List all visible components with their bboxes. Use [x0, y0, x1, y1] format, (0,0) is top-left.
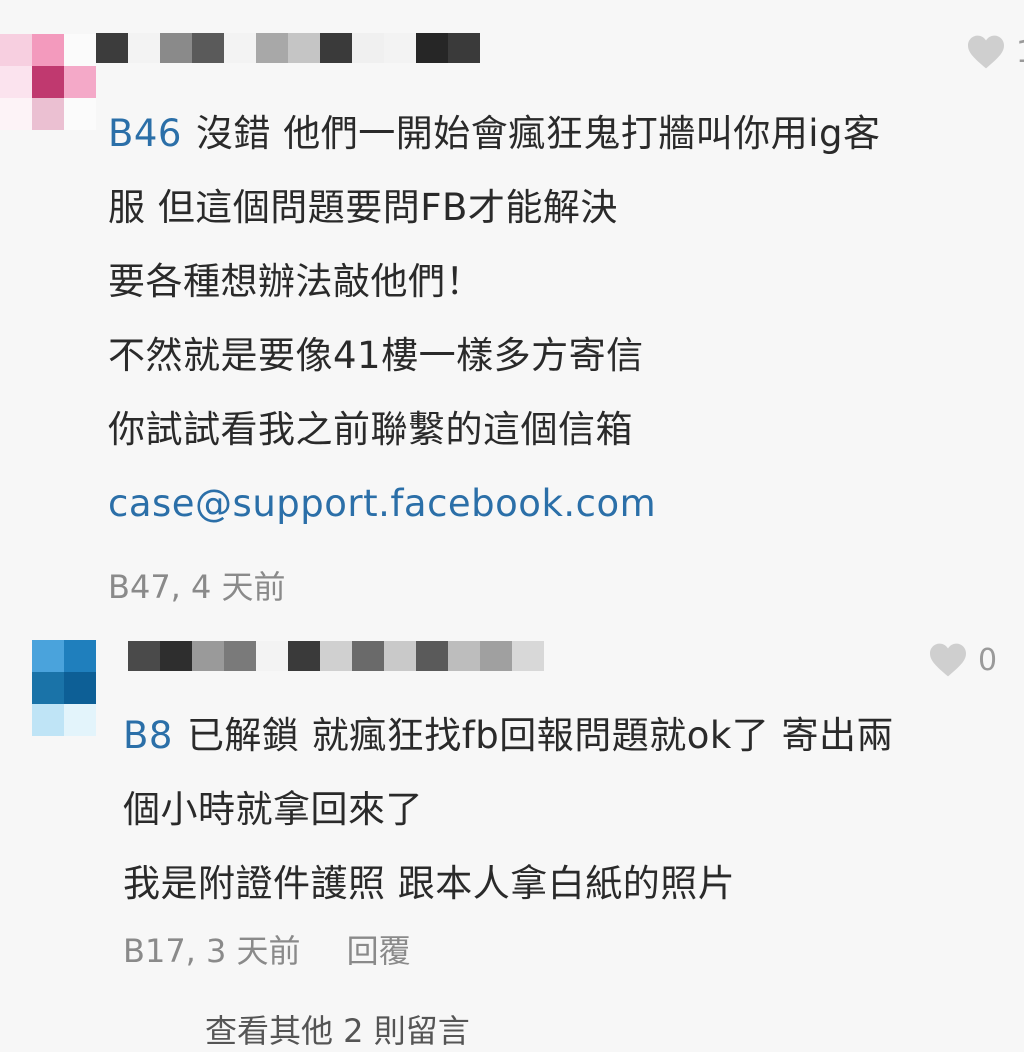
- name-pixel: [256, 33, 288, 63]
- comment-meta: B17, 3 天前: [123, 932, 301, 970]
- name-pixel: [224, 33, 256, 63]
- heart-icon: [968, 35, 1004, 69]
- avatar-pixel: [64, 66, 96, 98]
- email-text[interactable]: case@support.facebook.com: [108, 482, 656, 525]
- mention-link[interactable]: B46: [108, 112, 182, 155]
- like-count: 0: [978, 642, 998, 678]
- avatar-pixel: [64, 34, 96, 66]
- like-button[interactable]: 0: [928, 642, 997, 678]
- like-count: 1: [1016, 35, 1024, 70]
- avatar[interactable]: [0, 34, 96, 130]
- comment-meta: B47, 4 天前: [108, 568, 286, 606]
- email-link[interactable]: case@support.facebook.com: [108, 467, 881, 541]
- avatar-pixel: [32, 34, 64, 66]
- avatar-pixel: [64, 640, 96, 672]
- name-pixel: [448, 33, 480, 63]
- name-pixel: [480, 641, 512, 671]
- comment-text: 已解鎖 就瘋狂找fb回報問題就ok了 寄出兩: [186, 714, 895, 757]
- name-pixel: [160, 33, 192, 63]
- like-button[interactable]: 1: [966, 34, 1024, 70]
- avatar-pixel: [64, 98, 96, 130]
- comment-line: 服 但這個問題要問FB才能解決: [108, 186, 618, 229]
- name-pixel: [416, 33, 448, 63]
- comment-body: B8 已解鎖 就瘋狂找fb回報問題就ok了 寄出兩 個小時就拿回來了 我是附證件護…: [123, 699, 894, 921]
- username-blurred[interactable]: [96, 33, 480, 63]
- comment-line: B46 沒錯 他們一開始會瘋狂鬼打牆叫你用ig客: [108, 97, 881, 171]
- comment-line: 你試試看我之前聯繫的這個信箱: [108, 408, 633, 451]
- avatar-pixel: [32, 704, 64, 736]
- name-pixel: [448, 641, 480, 671]
- avatar-pixel: [32, 66, 64, 98]
- comment-line: 我是附證件護照 跟本人拿白紙的照片: [123, 862, 736, 905]
- reply-button[interactable]: 回覆: [347, 932, 411, 970]
- name-pixel: [256, 641, 288, 671]
- name-pixel: [416, 641, 448, 671]
- name-pixel: [384, 641, 416, 671]
- avatar-pixel: [64, 672, 96, 704]
- avatar-pixel: [32, 640, 64, 672]
- comment-text: 沒錯 他們一開始會瘋狂鬼打牆叫你用ig客: [195, 112, 881, 155]
- name-pixel: [224, 641, 256, 671]
- heart-icon: [930, 643, 966, 677]
- comment-meta-row: B17, 3 天前 回覆: [123, 926, 411, 972]
- avatar-pixel: [32, 98, 64, 130]
- avatar-pixel: [0, 34, 32, 66]
- mention-link[interactable]: B8: [123, 714, 173, 757]
- name-pixel: [320, 33, 352, 63]
- avatar[interactable]: [32, 640, 96, 736]
- name-pixel: [384, 33, 416, 63]
- name-pixel: [192, 33, 224, 63]
- name-pixel: [192, 641, 224, 671]
- name-pixel: [288, 641, 320, 671]
- name-pixel: [320, 641, 352, 671]
- avatar-pixel: [64, 704, 96, 736]
- username-blurred[interactable]: [128, 641, 544, 671]
- name-pixel: [512, 641, 544, 671]
- name-pixel: [352, 33, 384, 63]
- name-pixel: [288, 33, 320, 63]
- name-pixel: [96, 33, 128, 63]
- name-pixel: [128, 33, 160, 63]
- view-more-replies-link[interactable]: 查看其他 2 則留言: [205, 1006, 470, 1052]
- avatar-pixel: [0, 98, 32, 130]
- name-pixel: [352, 641, 384, 671]
- comment-line: B8 已解鎖 就瘋狂找fb回報問題就ok了 寄出兩: [123, 699, 894, 773]
- avatar-pixel: [0, 66, 32, 98]
- comment-line: 個小時就拿回來了: [123, 788, 423, 831]
- name-pixel: [128, 641, 160, 671]
- comment-body: B46 沒錯 他們一開始會瘋狂鬼打牆叫你用ig客 服 但這個問題要問FB才能解決 …: [108, 97, 881, 541]
- comment-line: 要各種想辦法敲他們！: [108, 260, 483, 303]
- name-pixel: [160, 641, 192, 671]
- comment-line: 不然就是要像41樓一樣多方寄信: [108, 334, 644, 377]
- avatar-pixel: [32, 672, 64, 704]
